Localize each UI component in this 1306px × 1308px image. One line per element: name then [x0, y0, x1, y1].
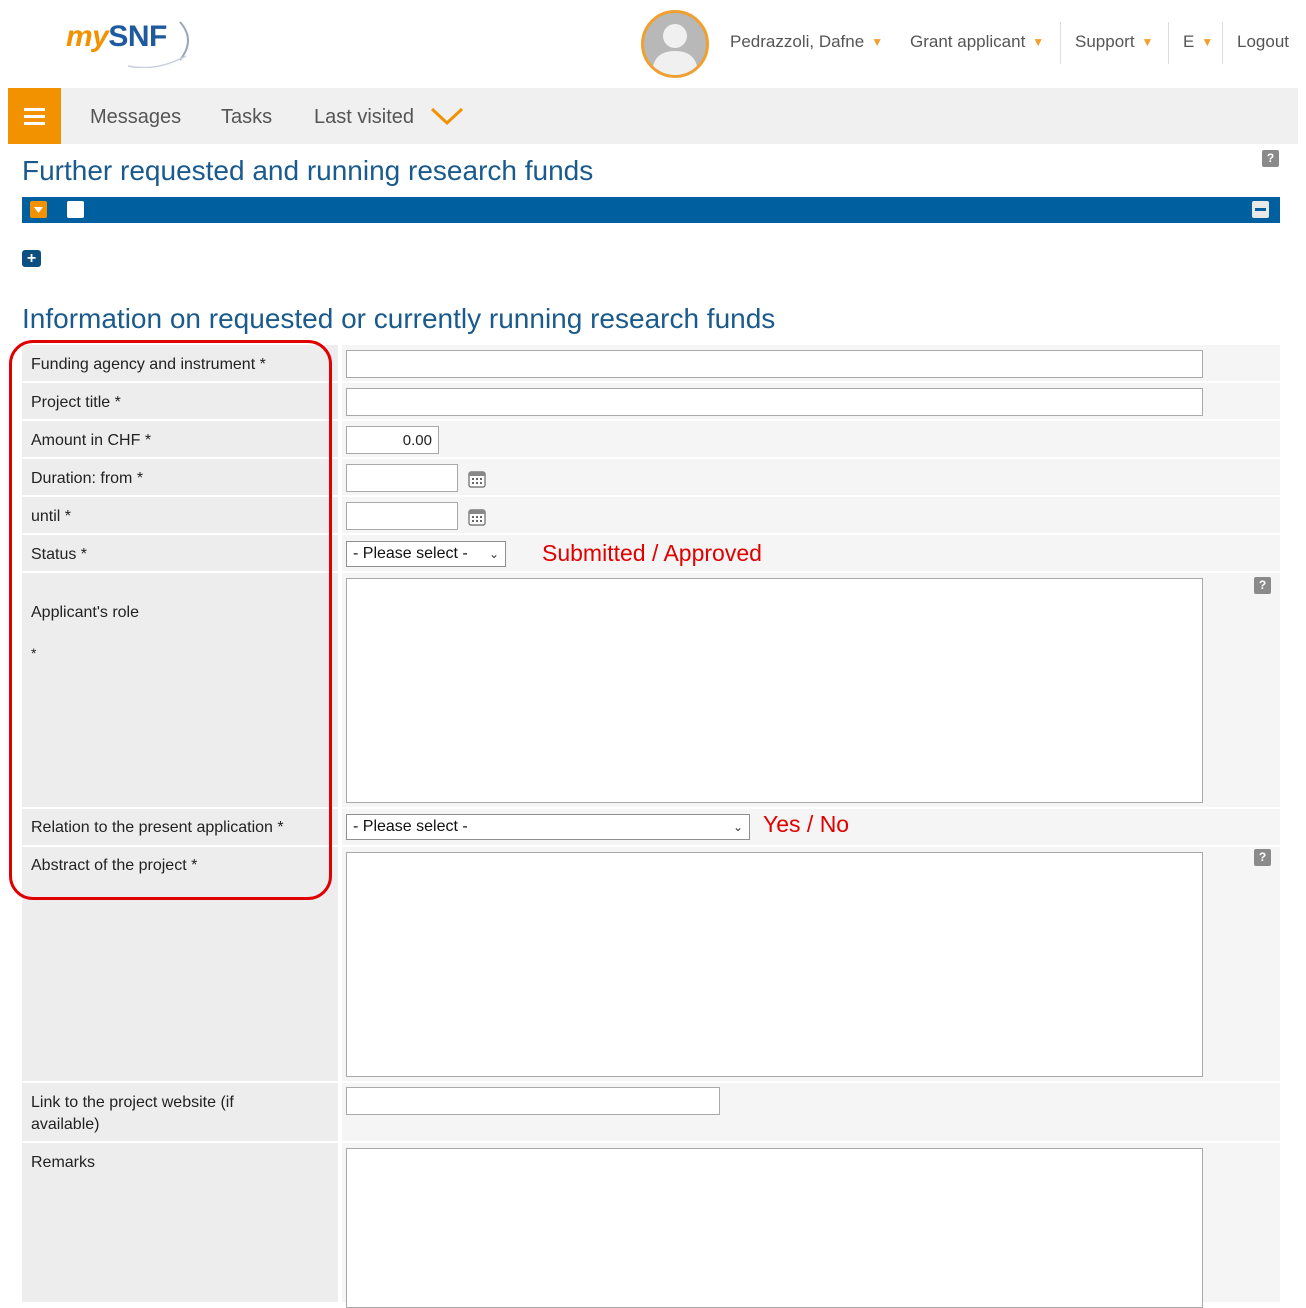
language-label: E [1183, 32, 1195, 51]
calendar-icon[interactable] [468, 470, 486, 488]
logo-swoosh-icon [127, 21, 189, 68]
abstract-textarea[interactable] [346, 852, 1203, 1077]
relation-select[interactable]: - Please select - ⌄ [346, 814, 750, 840]
help-icon[interactable]: ? [1254, 577, 1271, 594]
nav-divider [1168, 22, 1169, 64]
caret-down-icon: ▼ [1141, 35, 1154, 49]
hamburger-menu-icon[interactable] [8, 88, 61, 144]
caret-down-icon: ▼ [1201, 35, 1214, 49]
record-toolbar [22, 197, 1280, 223]
relation-annotation: Yes / No [763, 811, 850, 837]
language-menu[interactable]: E ▼ [1183, 32, 1213, 52]
relation-selected-value: - Please select - [353, 818, 468, 835]
date-from-input[interactable] [346, 464, 458, 492]
website-label-line1: Link to the project website (if [31, 1094, 234, 1111]
role-name: Grant applicant [910, 32, 1026, 51]
funding-input[interactable] [346, 350, 1203, 378]
support-menu[interactable]: Support ▼ [1075, 32, 1153, 52]
status-selected-value: - Please select - [353, 545, 468, 562]
user-name: Pedrazzoli, Dafne [730, 32, 865, 51]
menu-tasks[interactable]: Tasks [221, 106, 272, 129]
chevron-down-icon: ⌄ [732, 820, 743, 834]
dropdown-toggle-icon[interactable] [30, 201, 47, 218]
required-fields-highlight [9, 340, 332, 900]
nav-divider [1222, 22, 1223, 64]
date-until-input[interactable] [346, 502, 458, 530]
project-title-input[interactable] [346, 388, 1203, 416]
add-entry-icon[interactable]: + [22, 250, 41, 267]
triangle-down-icon [34, 207, 43, 213]
remarks-label: Remarks [31, 1154, 96, 1171]
logo-my: my [66, 20, 109, 53]
menu-messages[interactable]: Messages [90, 106, 181, 129]
logout-label: Logout [1237, 32, 1289, 51]
chevron-down-icon [430, 107, 463, 126]
select-checkbox[interactable] [67, 201, 84, 218]
support-label: Support [1075, 32, 1135, 51]
last-visited-label: Last visited [314, 106, 415, 128]
mysnf-logo[interactable]: mySNF [66, 14, 196, 70]
chevron-down-icon: ⌄ [488, 547, 499, 561]
help-icon[interactable]: ? [1262, 150, 1279, 167]
status-select[interactable]: - Please select - ⌄ [346, 541, 506, 567]
avatar[interactable] [641, 10, 709, 78]
website-input[interactable] [346, 1087, 720, 1115]
remarks-textarea[interactable] [346, 1148, 1203, 1308]
menu-bar [8, 88, 1298, 144]
user-menu[interactable]: Pedrazzoli, Dafne ▼ [730, 32, 883, 52]
role-textarea[interactable] [346, 578, 1203, 803]
status-annotation: Submitted / Approved [542, 540, 762, 566]
collapse-icon[interactable] [1252, 201, 1269, 218]
role-menu[interactable]: Grant applicant ▼ [910, 32, 1044, 52]
user-silhouette-icon [652, 24, 698, 75]
help-icon[interactable]: ? [1254, 849, 1271, 866]
website-label-line2: available) [31, 1116, 100, 1133]
nav-divider [1060, 22, 1061, 64]
calendar-icon[interactable] [468, 508, 486, 526]
caret-down-icon: ▼ [871, 35, 884, 49]
section-title: Information on requested or currently ru… [22, 303, 776, 334]
logout-link[interactable]: Logout [1237, 32, 1289, 52]
caret-down-icon: ▼ [1032, 35, 1045, 49]
page-title: Further requested and running research f… [22, 155, 594, 186]
amount-input[interactable]: 0.00 [346, 426, 439, 454]
menu-last-visited[interactable]: Last visited [314, 106, 464, 129]
